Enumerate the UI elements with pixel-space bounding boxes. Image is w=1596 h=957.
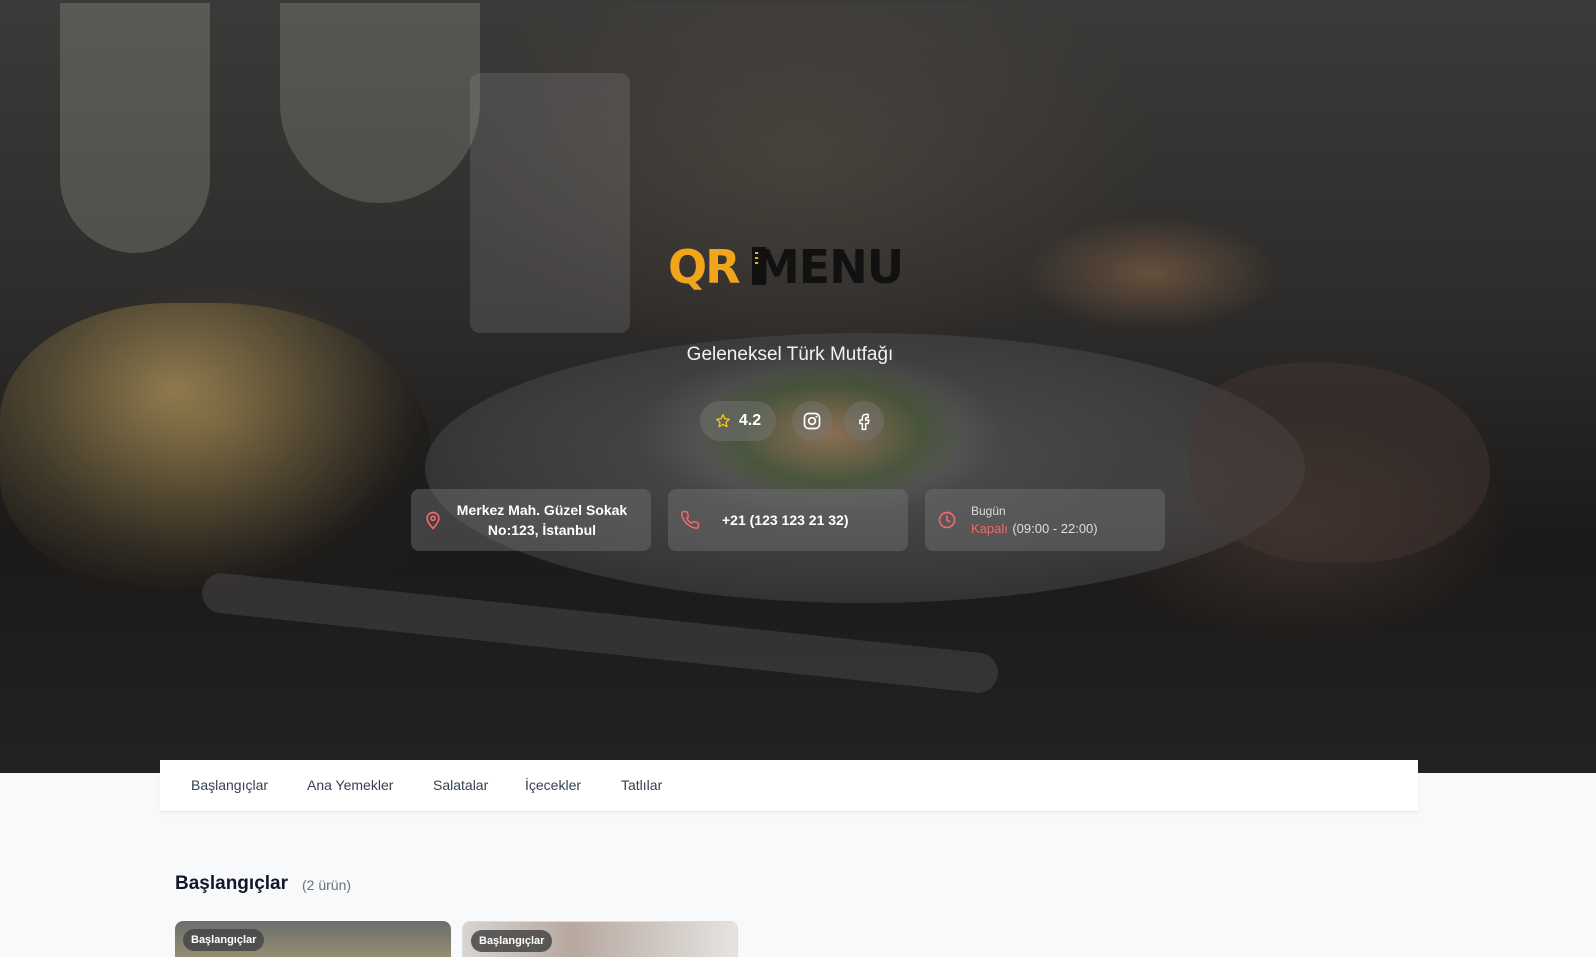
- star-icon: [715, 414, 730, 428]
- section-item-count: (2 ürün): [302, 877, 352, 893]
- hero-photo-glass: [280, 3, 480, 203]
- hours-text: Bugün Kapalı (09:00 - 22:00): [971, 502, 1098, 538]
- restaurant-tagline: Geleneksel Türk Mutfağı: [686, 344, 894, 365]
- facebook-button[interactable]: [844, 401, 884, 441]
- phone-card[interactable]: +21 (123 123 21 32): [668, 489, 908, 551]
- clock-icon: [938, 511, 956, 529]
- restaurant-logo: QR MENU: [668, 241, 928, 301]
- tab-icecekler[interactable]: İçecekler: [525, 760, 581, 812]
- hero-photo-bread-basket: [0, 303, 430, 593]
- category-chip: Başlangıçlar: [183, 929, 265, 951]
- hero-banner: QR MENU Geleneksel Türk Mutfağı 4.2 Merk…: [0, 3, 1596, 773]
- tab-ana-yemekler[interactable]: Ana Yemekler: [307, 760, 393, 812]
- hero-photo-glass: [60, 3, 210, 253]
- section-title: Başlangıçlar: [175, 873, 288, 894]
- category-nav: Başlangıçlar Ana Yemekler Salatalar İçec…: [160, 760, 1418, 812]
- logo-menu-text: MENU: [754, 240, 904, 294]
- hero-photo-hand: [1190, 363, 1490, 563]
- address-line-2: No:123, İstanbul: [487, 522, 597, 538]
- location-pin-icon: [426, 511, 440, 530]
- menu-item-card[interactable]: Başlangıçlar: [175, 921, 451, 957]
- address-card[interactable]: Merkez Mah. Güzel Sokak No:123, İstanbul: [411, 489, 651, 551]
- hero-photo-glass: [470, 73, 630, 333]
- logo-qr-text: QR: [668, 240, 741, 294]
- address-text: Merkez Mah. Güzel Sokak No:123, İstanbul: [443, 500, 651, 540]
- rating-value: 4.2: [738, 412, 762, 429]
- facebook-icon: [859, 413, 870, 431]
- tab-salatalar[interactable]: Salatalar: [433, 760, 488, 812]
- instagram-button[interactable]: [792, 401, 832, 441]
- hours-label: Bugün: [971, 504, 1006, 518]
- menu-item-card[interactable]: Başlangıçlar: [462, 921, 738, 957]
- category-chip: Başlangıçlar: [471, 930, 553, 952]
- tab-tatlilar[interactable]: Tatlılar: [621, 760, 662, 812]
- instagram-icon: [803, 412, 821, 430]
- tab-baslangiclar[interactable]: Başlangıçlar: [191, 760, 268, 812]
- address-line-1: Merkez Mah. Güzel Sokak: [456, 502, 628, 518]
- phone-number: +21 (123 123 21 32): [722, 512, 849, 528]
- opening-hours-card: Bugün Kapalı (09:00 - 22:00): [925, 489, 1165, 551]
- hours-status: Kapalı: [971, 521, 1008, 536]
- phone-icon: [681, 510, 700, 529]
- rating-badge[interactable]: 4.2: [700, 401, 776, 441]
- hours-range: (09:00 - 22:00): [1012, 521, 1098, 536]
